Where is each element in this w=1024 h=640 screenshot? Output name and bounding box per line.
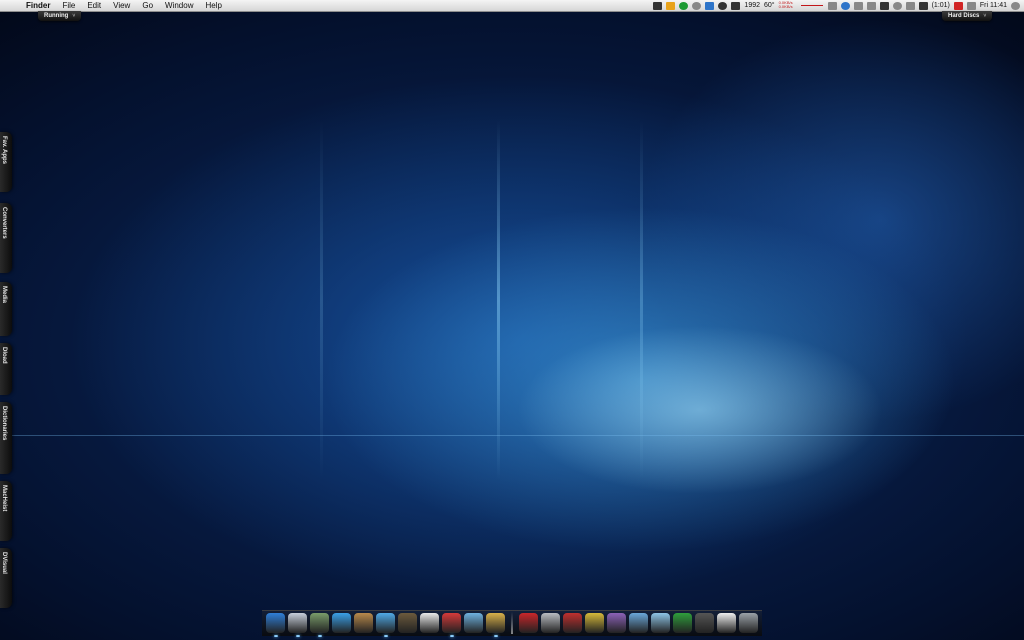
running-indicator (384, 635, 388, 637)
network-folder-icon[interactable] (650, 613, 670, 633)
running-indicator (450, 635, 454, 637)
chevron-down-icon: ˅ (72, 13, 76, 19)
drawer-fav-apps[interactable]: Fav. Apps (0, 132, 12, 192)
red-app-icon[interactable] (442, 613, 461, 637)
disc-icon[interactable] (694, 613, 714, 633)
menu-file[interactable]: File (56, 0, 81, 11)
drawer-label: MacHeist (1, 485, 7, 512)
red-folder-icon[interactable] (562, 613, 582, 633)
preview-icon[interactable] (310, 613, 329, 637)
drawer-converters[interactable]: Converters (0, 203, 12, 273)
drawer-macheist[interactable]: MacHeist (0, 481, 12, 541)
battery-icon[interactable] (918, 1, 928, 10)
app-menu[interactable]: Finder (20, 0, 56, 11)
document-icon[interactable] (716, 613, 736, 633)
drive-icon[interactable] (653, 1, 663, 10)
info-icon[interactable] (731, 1, 741, 10)
scripteditor-icon[interactable] (464, 613, 483, 633)
counter-value[interactable]: 1992 (744, 0, 760, 11)
dock (262, 610, 762, 637)
dots-icon[interactable] (866, 1, 876, 10)
purple-folder-icon[interactable] (606, 613, 626, 633)
network-meter[interactable]: 0.0KB/s 0.0KB/s (779, 1, 824, 10)
running-tab-label: Running (44, 13, 69, 19)
menu-window[interactable]: Window (159, 0, 199, 11)
light-streak (640, 120, 643, 480)
user-icon[interactable] (966, 1, 976, 10)
transfer-icon[interactable] (705, 1, 715, 10)
iphoto-icon[interactable] (398, 613, 417, 633)
clock[interactable]: Fri 11:41 (980, 0, 1007, 11)
drawer-dictionaries[interactable]: Dictionaries (0, 402, 12, 474)
yellow-folder-icon[interactable] (584, 613, 604, 633)
light-streak (497, 120, 500, 480)
volume-icon[interactable] (905, 1, 915, 10)
itunes-icon[interactable] (376, 613, 395, 637)
time-machine-icon[interactable] (718, 1, 728, 10)
package-icon[interactable] (486, 613, 505, 637)
menu-view[interactable]: View (107, 0, 136, 11)
bluetooth-icon[interactable] (840, 1, 850, 10)
running-indicator (318, 635, 322, 637)
wifi-icon[interactable] (892, 1, 902, 10)
drawer-label: DVisual (1, 552, 7, 574)
red-drawer-icon[interactable] (518, 613, 538, 633)
drawer-dload[interactable]: Dload (0, 343, 12, 395)
battery-time[interactable]: (1:01) (932, 0, 950, 11)
light-streak (320, 120, 323, 480)
hard-discs-tab-label: Hard Discs (948, 13, 980, 19)
hard-discs-tab[interactable]: Hard Discs ˅ (942, 11, 993, 21)
grey-drawer-icon[interactable] (540, 613, 560, 633)
sync-icon[interactable] (692, 1, 702, 10)
dock-separator[interactable] (511, 612, 513, 634)
drawer-dvisual[interactable]: DVisual (0, 548, 12, 608)
green-folder-icon[interactable] (672, 613, 692, 633)
drawer-label: Dload (1, 347, 7, 364)
temperature-value[interactable]: 60° (764, 0, 775, 11)
textedit-icon[interactable] (420, 613, 439, 633)
play-icon[interactable] (679, 1, 689, 10)
desktop-wallpaper (0, 0, 1024, 640)
screen-icon[interactable] (853, 1, 863, 10)
chevron-down-icon: ˅ (983, 13, 987, 19)
spotlight-search-icon[interactable] (1011, 1, 1020, 10)
display-icon[interactable] (879, 1, 889, 10)
address-book-icon[interactable] (354, 613, 373, 633)
menu-extra-icon[interactable] (827, 1, 837, 10)
menu-bar: Finder File Edit View Go Window Help 199… (0, 0, 1024, 12)
menu-edit[interactable]: Edit (81, 0, 107, 11)
running-tab[interactable]: Running ˅ (38, 11, 82, 21)
drawer-media[interactable]: Media (0, 282, 12, 336)
star-icon[interactable] (666, 1, 676, 10)
drawer-label: Media (1, 286, 7, 304)
menu-go[interactable]: Go (136, 0, 159, 11)
net-down-value: 0.0KB/s (778, 4, 793, 9)
drawer-label: Converters (1, 207, 7, 239)
flag-icon[interactable] (953, 1, 963, 10)
safari-icon[interactable] (332, 613, 351, 633)
menu-help[interactable]: Help (199, 0, 227, 11)
running-indicator (274, 635, 278, 637)
trash-icon[interactable] (738, 613, 758, 633)
network-graph (800, 5, 823, 6)
running-indicator (296, 635, 300, 637)
horizon-line (0, 435, 1024, 436)
finder-icon[interactable] (266, 613, 285, 637)
status-menus: 1992 60° 0.0KB/s 0.0KB/s (1:01) Fri 11:4… (653, 0, 1020, 11)
mail-icon[interactable] (288, 613, 307, 637)
drawer-label: Fav. Apps (1, 136, 7, 165)
running-indicator (494, 635, 498, 637)
drawer-label: Dictionaries (1, 406, 7, 441)
pictures-folder-icon[interactable] (628, 613, 648, 633)
